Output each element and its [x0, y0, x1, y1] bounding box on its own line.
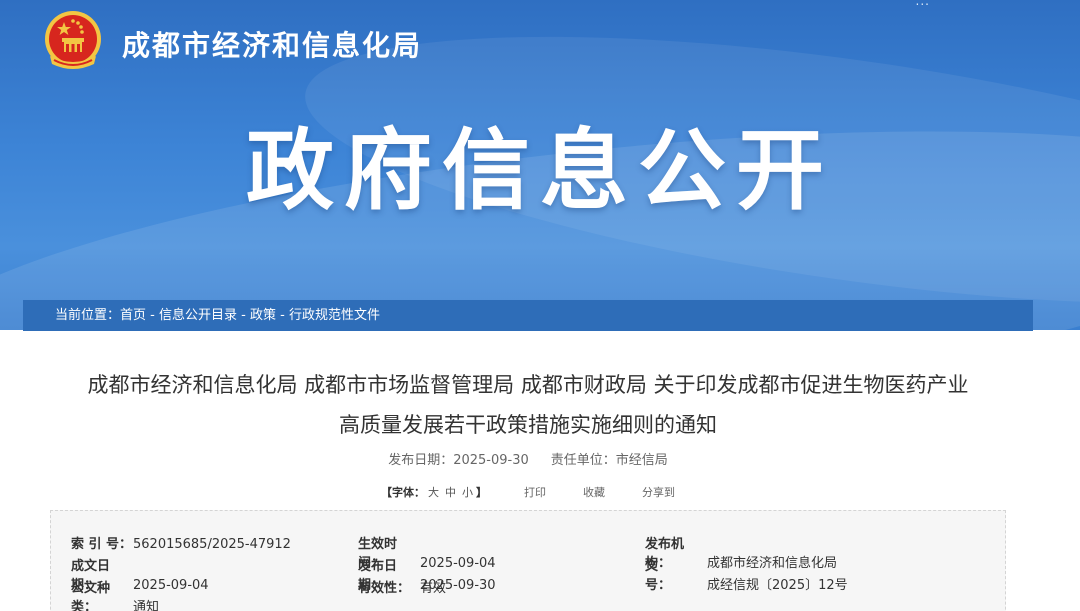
validity-label: 有效性： — [358, 581, 411, 596]
doc-type: 通知 — [133, 600, 160, 611]
header-banner: ... 成都市经济和信息化局 政府信息公开 — [0, 0, 1080, 330]
national-emblem-icon — [40, 8, 106, 74]
site-name[interactable]: 成都市经济和信息化局 — [122, 24, 422, 64]
banner-title: 政府信息公开 — [245, 119, 834, 222]
breadcrumb-separator: - — [276, 308, 289, 323]
document-title-line: 高质量发展若干政策措施实施细则的通知 — [339, 413, 717, 437]
breadcrumb-prefix: 当前位置： — [55, 308, 121, 323]
document-title: 成都市经济和信息化局 成都市市场监督管理局 成都市财政局 关于印发成都市促进生物… — [23, 365, 1033, 445]
font-size-label: 【字体： — [381, 486, 425, 499]
share-button[interactable]: 分享到 — [642, 486, 675, 499]
breadcrumb-separator: - — [237, 308, 250, 323]
index-no: 562015685/2025-47912 — [133, 537, 291, 552]
breadcrumb-item-normative-docs[interactable]: 行政规范性文件 — [289, 308, 380, 323]
unit-label: 责任单位： — [550, 453, 616, 468]
document-meta: 发布日期：2025-09-30 责任单位：市经信局 — [23, 449, 1033, 468]
breadcrumb-item-policy[interactable]: 政策 — [250, 308, 276, 323]
info-row: 成文日期： 2025-09-04 发布日期： 2025-09-30 文 号： 成经信规… — [71, 555, 991, 593]
content-card: 当前位置：首页 - 信息公开目录 - 政策 - 行政规范性文件 成都市经济和信息… — [23, 300, 1033, 611]
validity: 有效 — [420, 581, 447, 596]
font-size-label-close: 】 — [476, 486, 487, 499]
font-size-small[interactable]: 小 — [462, 486, 473, 499]
breadcrumb-item-catalog[interactable]: 信息公开目录 — [159, 308, 237, 323]
info-row: 索 引 号：562015685/2025-47912 生效时间： 2025-09-… — [71, 533, 991, 571]
publish-date: 2025-09-30 — [453, 453, 529, 468]
publish-date-label: 发布日期： — [388, 453, 454, 468]
print-button[interactable]: 打印 — [524, 486, 546, 499]
breadcrumb-item-home[interactable]: 首页 — [120, 308, 146, 323]
font-size-large[interactable]: 大 — [428, 486, 439, 499]
doc-type-label: 公文种类： — [71, 581, 111, 611]
favorite-button[interactable]: 收藏 — [583, 486, 605, 499]
responsible-unit: 市经信局 — [615, 453, 668, 468]
document-info-box: 索 引 号：562015685/2025-47912 生效时间： 2025-09-… — [50, 510, 1006, 611]
breadcrumb: 当前位置：首页 - 信息公开目录 - 政策 - 行政规范性文件 — [23, 300, 1033, 331]
index-no-label: 索 引 号： — [71, 537, 133, 552]
document-tools: 【字体：大中小】 打印 收藏 分享到 — [23, 484, 1033, 500]
info-row: 公文种类： 通知 有效性： 有效 — [71, 577, 991, 611]
document-title-line: 成都市经济和信息化局 成都市市场监督管理局 成都市财政局 关于印发成都市促进生物… — [87, 373, 969, 397]
font-size-medium[interactable]: 中 — [445, 486, 456, 499]
top-links[interactable]: ... — [916, 0, 930, 8]
breadcrumb-separator: - — [146, 308, 159, 323]
